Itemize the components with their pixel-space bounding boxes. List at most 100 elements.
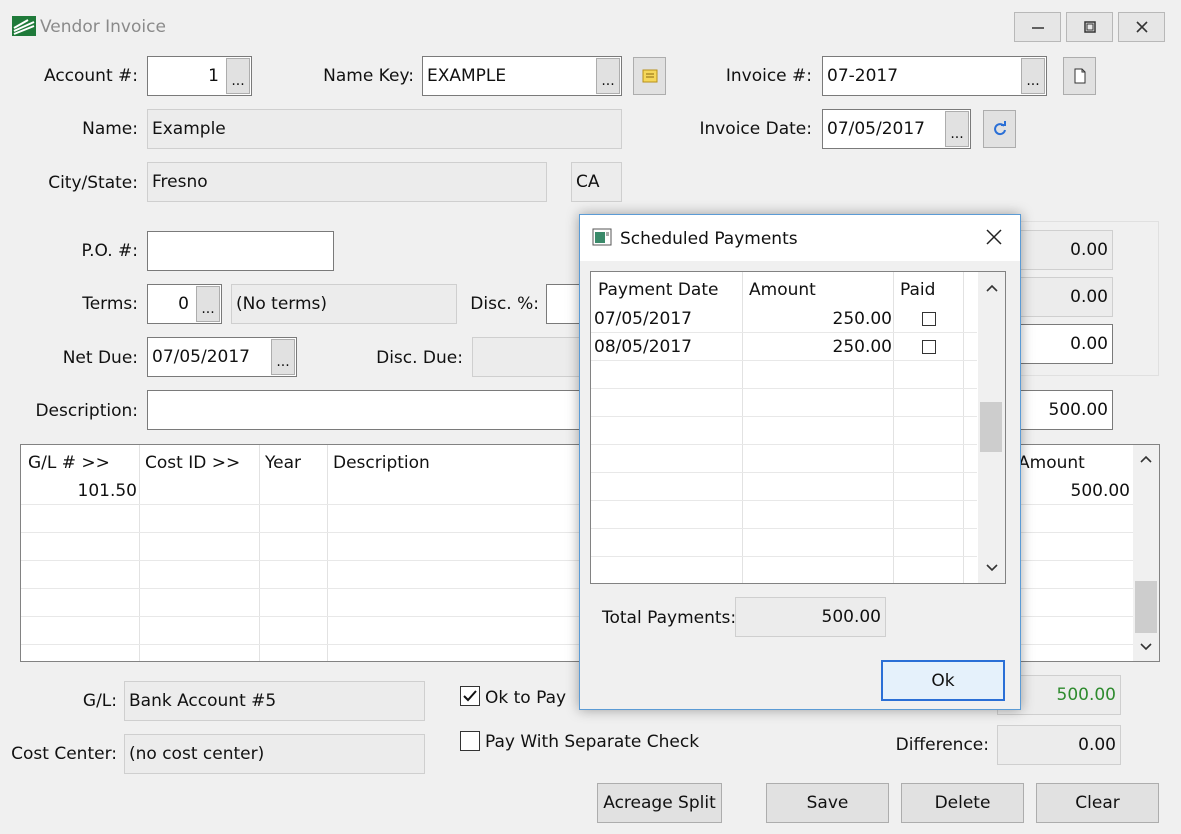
payment-date-cell[interactable]: 07/05/2017 [594,305,692,333]
refresh-icon [993,121,1006,136]
name-field: Example [147,109,622,149]
gl-grid-scrollbar[interactable] [1133,445,1159,661]
minimize-button[interactable] [1014,12,1061,42]
ok-to-pay-checkbox[interactable] [460,686,480,706]
table-row[interactable] [591,473,977,501]
cost-id-column-header[interactable]: Cost ID >> [145,449,240,477]
notes-button[interactable] [633,57,666,95]
table-row[interactable] [591,529,977,557]
clear-button[interactable]: Clear [1036,783,1159,823]
terms-value: 0 [178,294,189,314]
amount-cell[interactable]: 500.00 [1071,477,1130,505]
name-key-lookup-button[interactable]: ... [596,58,620,94]
terms-description: (No terms) [236,294,328,314]
difference-field: 0.00 [997,725,1121,765]
account-label: Account #: [43,66,138,86]
delete-button[interactable]: Delete [901,783,1024,823]
paid-checkbox[interactable] [922,312,936,326]
name-key-field[interactable]: EXAMPLE ... [422,56,622,96]
po-label: P.O. #: [81,241,138,261]
amount-column-header: Amount [749,280,816,300]
disc-pct-label: Disc. %: [470,294,539,314]
invoice-date-field[interactable]: 07/05/2017 ... [822,109,971,149]
chevron-up-icon[interactable] [986,284,998,292]
net-due-picker-button[interactable]: ... [271,339,295,375]
app-logo-icon [12,16,36,36]
name-label: Name: [82,119,138,139]
acreage-split-button[interactable]: Acreage Split [597,783,722,823]
invoice-date-label: Invoice Date: [699,119,812,139]
payments-grid-scrollbar[interactable] [978,272,1005,583]
chevron-down-icon[interactable] [1140,643,1152,651]
difference-label: Difference: [895,735,989,755]
total-payments-value: 500.00 [821,607,881,627]
dialog-window-icon [592,228,612,251]
terms-field[interactable]: 0 ... [147,284,222,324]
close-icon [1135,21,1148,33]
table-row[interactable] [591,389,977,417]
payments-grid-scroll-thumb[interactable] [980,402,1002,452]
new-document-button[interactable] [1063,57,1096,95]
invoice-number-field[interactable]: 07-2017 ... [822,56,1047,96]
save-button[interactable]: Save [766,783,889,823]
ok-to-pay-label[interactable]: Ok to Pay [485,688,566,708]
table-row[interactable]: 07/05/2017 250.00 [591,305,977,333]
table-row[interactable] [591,417,977,445]
description-column-header: Description [333,453,430,473]
net-due-value: 07/05/2017 [152,347,250,367]
table-row[interactable] [591,445,977,473]
invoice-number-value: 07-2017 [827,66,899,86]
gl-cell[interactable]: 101.50 [21,477,137,505]
total-value: 500.00 [1056,685,1116,705]
separate-check-label[interactable]: Pay With Separate Check [485,732,699,752]
description-amount-value: 500.00 [1048,400,1108,420]
cost-center-label: Cost Center: [11,744,117,764]
close-button[interactable] [1118,12,1165,42]
disc-due-label: Disc. Due: [376,348,463,368]
account-lookup-button[interactable]: ... [226,58,250,94]
name-key-label: Name Key: [323,66,414,86]
payment-date-column-header: Payment Date [598,280,719,300]
note-icon [642,69,657,83]
description-label: Description: [35,401,138,421]
difference-value: 0.00 [1078,735,1116,755]
state-field: CA [571,162,622,202]
account-value: 1 [208,66,219,86]
maximize-button[interactable] [1066,12,1113,42]
payment-date-cell[interactable]: 08/05/2017 [594,333,692,361]
description-field[interactable] [147,390,587,430]
net-due-field[interactable]: 07/05/2017 ... [147,337,297,377]
po-field[interactable] [147,231,334,271]
table-row[interactable] [591,501,977,529]
total-payments-label: Total Payments: [602,608,737,628]
name-value: Example [152,119,226,139]
gl-account-field: Bank Account #5 [124,681,425,721]
cost-center-value: (no cost center) [129,744,265,764]
cost-center-field: (no cost center) [124,734,425,774]
table-row[interactable]: 08/05/2017 250.00 [591,333,977,361]
payments-grid[interactable]: Payment Date Amount Paid 07/05/2017 250.… [590,271,1006,584]
refresh-button[interactable] [983,110,1016,148]
chevron-down-icon[interactable] [986,564,998,572]
separate-check-checkbox[interactable] [460,731,480,751]
gl-grid-scroll-thumb[interactable] [1135,581,1157,633]
account-field[interactable]: 1 ... [147,56,252,96]
gl-label: G/L: [82,691,117,711]
invoice-number-lookup-button[interactable]: ... [1021,58,1045,94]
dialog-title: Scheduled Payments [620,229,798,249]
chevron-up-icon[interactable] [1140,455,1152,463]
paid-checkbox[interactable] [922,340,936,354]
amount-value-2: 0.00 [1070,287,1108,307]
terms-lookup-button[interactable]: ... [196,286,220,322]
dialog-close-button[interactable] [984,227,1006,249]
payment-amount-cell[interactable]: 250.00 [742,333,892,361]
payment-amount-cell[interactable]: 250.00 [742,305,892,333]
table-row[interactable] [591,361,977,389]
invoice-date-picker-button[interactable]: ... [945,111,969,147]
paid-column-header: Paid [900,280,936,300]
amount-value-1: 0.00 [1070,240,1108,260]
ok-button[interactable]: Ok [881,660,1005,701]
gl-column-header[interactable]: G/L # >> [28,449,110,477]
city-field: Fresno [147,162,547,202]
invoice-number-label: Invoice #: [725,66,812,86]
